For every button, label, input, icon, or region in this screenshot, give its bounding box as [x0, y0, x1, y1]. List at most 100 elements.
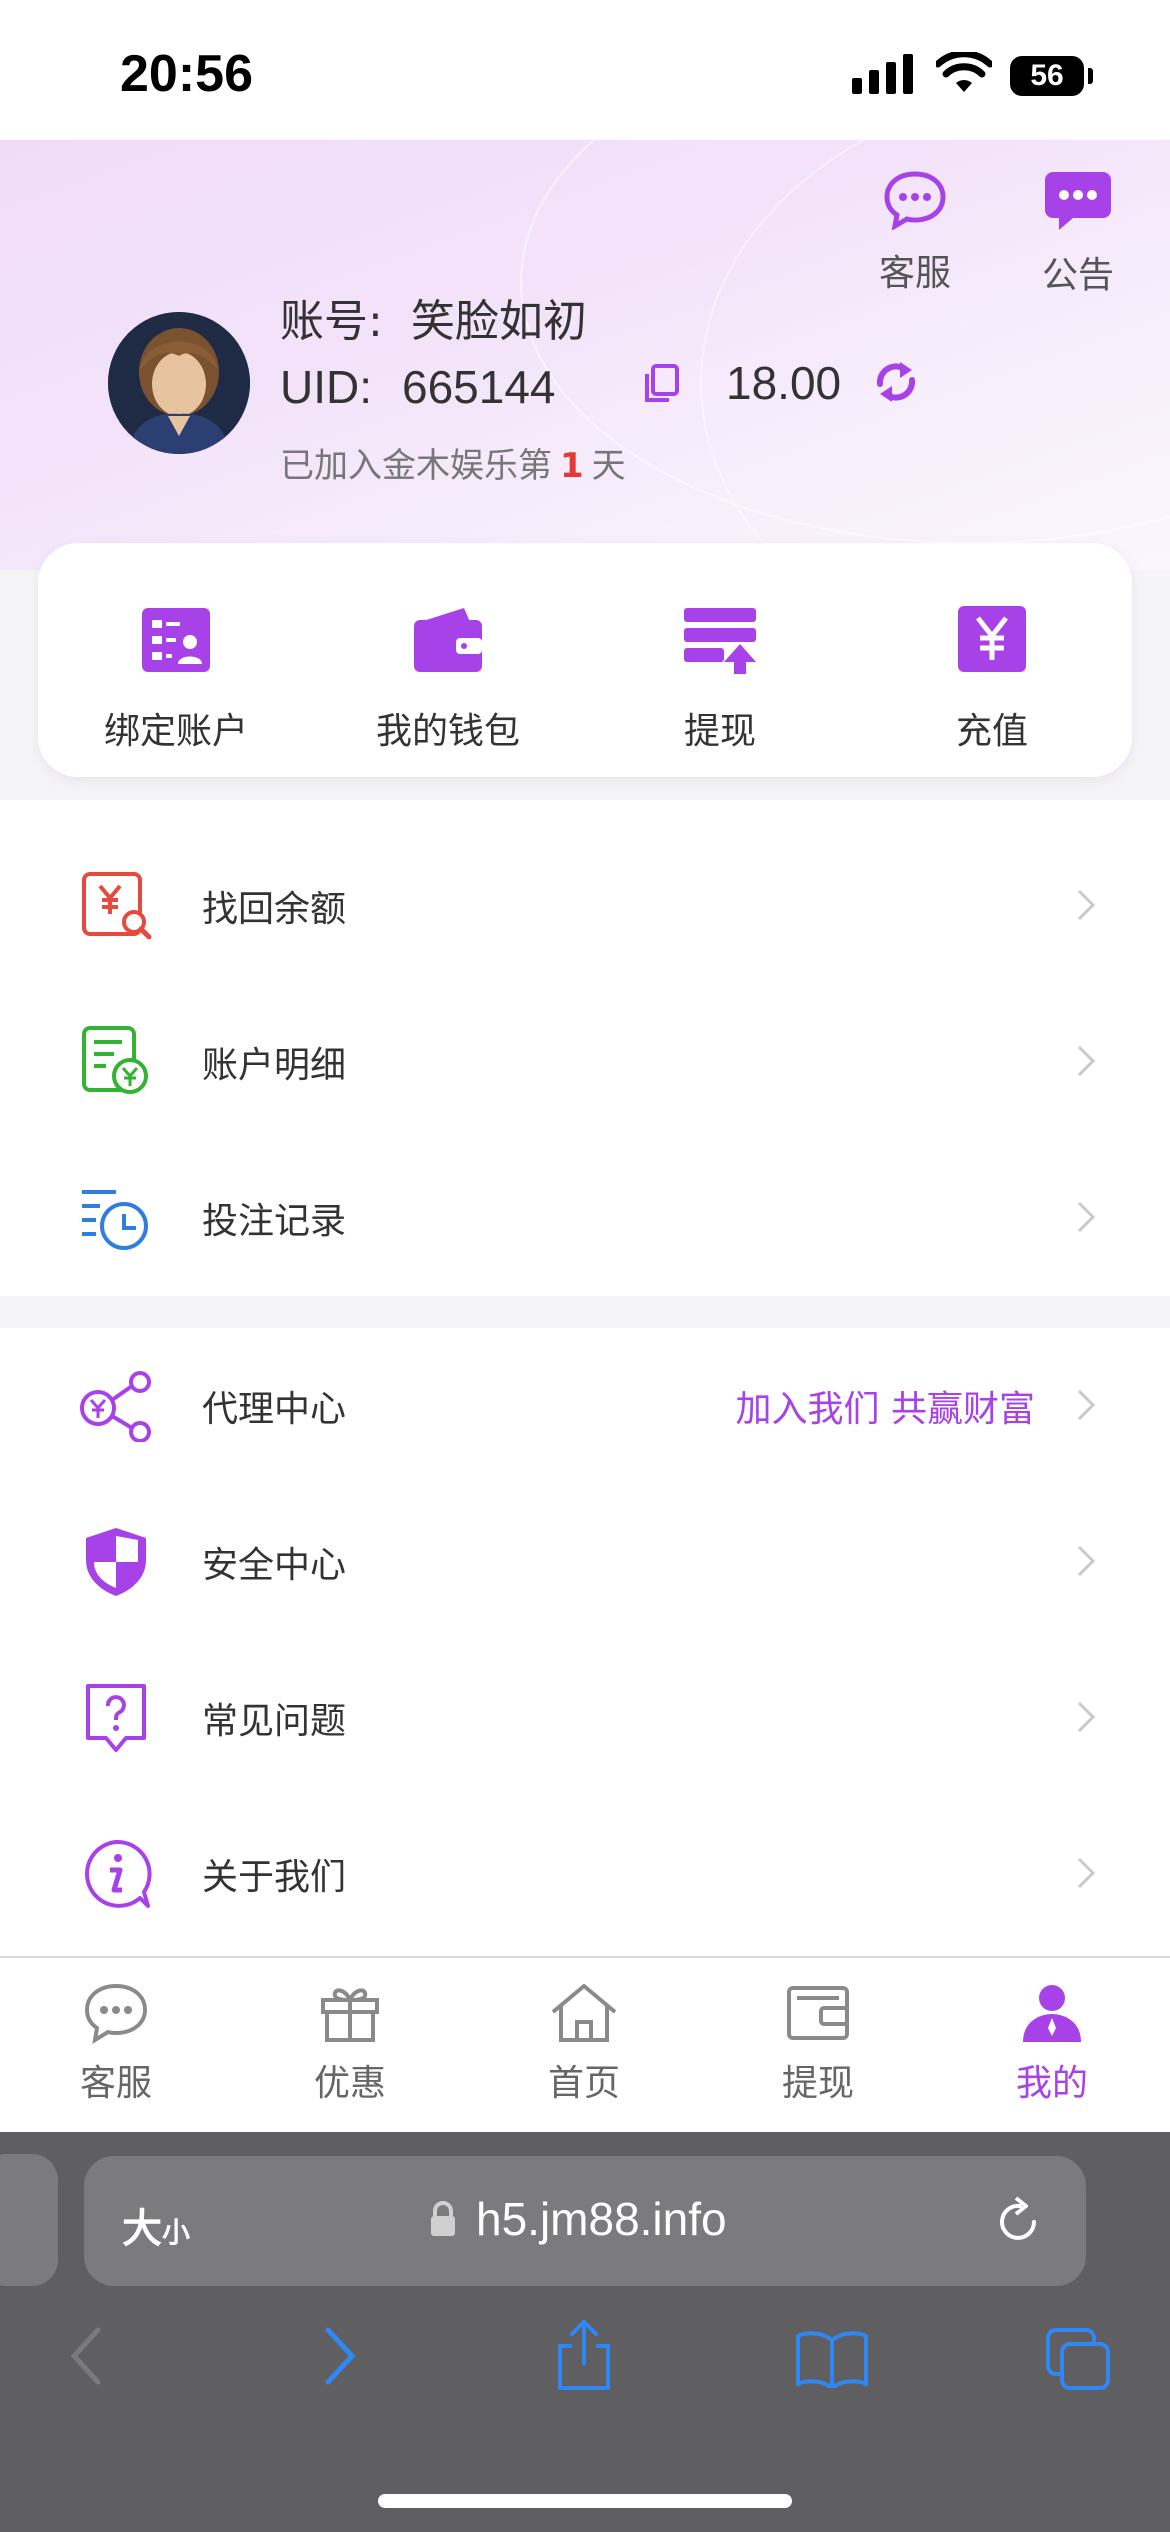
tab-home[interactable]: 首页 — [504, 1982, 664, 2106]
account-label: 账号: — [280, 296, 383, 347]
account-value: 笑脸如初 — [410, 296, 587, 347]
withdraw-button[interactable]: 提现 — [610, 604, 830, 754]
status-time: 20:56 — [120, 45, 253, 103]
tab-label: 客服 — [79, 2063, 152, 2104]
customer-service-label: 客服 — [878, 253, 951, 294]
tab-label: 提现 — [781, 2063, 854, 2104]
menu-item-label: 关于我们 — [202, 1857, 347, 1898]
menu-item-bet-history[interactable]: 投注记录 — [0, 1140, 1170, 1296]
agent-share-icon — [80, 1371, 151, 1442]
refresh-balance-icon[interactable] — [872, 360, 920, 404]
joined-days: 1 — [560, 446, 584, 486]
tab-label: 首页 — [547, 2063, 620, 2104]
cellular-signal-icon — [852, 54, 913, 94]
lock-icon — [431, 2201, 455, 2236]
agent-promo-text: 加入我们 共赢财富 — [735, 1389, 1035, 1430]
menu-item-agent-center[interactable]: 代理中心 加入我们 共赢财富 — [0, 1328, 1170, 1484]
announcement-button[interactable]: 公告 — [1023, 170, 1133, 298]
menu-section-general: 代理中心 加入我们 共赢财富 安全中心 常见问题 关于我们 — [0, 1328, 1170, 1956]
wallet-icon — [414, 608, 482, 672]
reload-icon[interactable] — [994, 2196, 1044, 2246]
text-size-button[interactable]: 大小 — [122, 2196, 190, 2254]
previous-tab-preview[interactable] — [0, 2154, 58, 2286]
uid-line: UID: 665144 — [280, 360, 556, 414]
bind-account-button[interactable]: 绑定账户 — [66, 604, 286, 754]
quick-action-label: 我的钱包 — [375, 711, 520, 752]
bet-history-icon — [82, 1190, 148, 1250]
menu-item-faq[interactable]: 常见问题 — [0, 1640, 1170, 1796]
menu-item-account-details[interactable]: 账户明细 — [0, 984, 1170, 1140]
menu-item-label: 账户明细 — [202, 1045, 347, 1086]
status-bar: 20:56 56 — [0, 0, 1170, 140]
recover-balance-icon — [82, 872, 152, 940]
tab-mine[interactable]: 我的 — [972, 1982, 1132, 2106]
uid-label: UID: — [280, 361, 372, 413]
shield-icon — [86, 1528, 146, 1596]
tab-promotions[interactable]: 优惠 — [270, 1982, 430, 2106]
chevron-right-icon — [1077, 1545, 1096, 1577]
avatar[interactable] — [108, 312, 250, 454]
menu-item-label: 安全中心 — [202, 1545, 347, 1586]
user-icon — [1023, 1985, 1081, 2042]
chevron-right-icon — [1077, 1045, 1096, 1077]
text-size-small: 小 — [162, 2216, 191, 2249]
tab-label: 优惠 — [313, 2063, 386, 2104]
text-size-large: 大 — [122, 2206, 162, 2252]
recharge-button[interactable]: 充值 — [882, 604, 1102, 754]
joined-prefix: 已加入金木娱乐第 — [280, 446, 552, 486]
address-bar[interactable]: 大小 h5.jm88.info — [84, 2156, 1086, 2286]
menu-item-about-us[interactable]: 关于我们 — [0, 1796, 1170, 1952]
chevron-right-icon — [1077, 1857, 1096, 1889]
bookmarks-icon[interactable] — [794, 2330, 870, 2388]
question-icon — [86, 1684, 146, 1752]
quick-action-label: 提现 — [683, 711, 756, 752]
customer-service-button[interactable]: 客服 — [860, 170, 970, 296]
forward-icon[interactable] — [320, 2326, 360, 2386]
wifi-icon — [936, 52, 992, 92]
announcement-icon — [1045, 172, 1111, 230]
wallet-icon — [787, 1986, 849, 2040]
balance-value: 18.00 — [726, 357, 842, 409]
tab-label: 我的 — [1015, 2063, 1088, 2104]
battery-level: 56 — [1010, 56, 1084, 96]
tab-customer-service[interactable]: 客服 — [36, 1982, 196, 2106]
chat-icon — [84, 1983, 148, 2045]
info-icon — [85, 1839, 152, 1908]
menu-item-label: 代理中心 — [202, 1389, 347, 1430]
share-icon[interactable] — [552, 2318, 616, 2392]
chevron-right-icon — [1077, 1701, 1096, 1733]
joined-days-line: 已加入金木娱乐第 1 天 — [280, 438, 626, 487]
menu-item-label: 找回余额 — [202, 889, 347, 930]
menu-item-recover-balance[interactable]: 找回余额 — [0, 828, 1170, 984]
withdraw-icon — [684, 608, 756, 674]
home-icon — [551, 1984, 617, 2042]
quick-action-label: 绑定账户 — [103, 711, 248, 752]
chevron-right-icon — [1077, 1389, 1096, 1421]
quick-action-label: 充值 — [955, 711, 1028, 752]
recharge-icon — [958, 606, 1026, 672]
menu-section-wallet: 找回余额 账户明细 投注记录 — [0, 800, 1170, 1296]
menu-item-security-center[interactable]: 安全中心 — [0, 1484, 1170, 1640]
back-icon[interactable] — [66, 2326, 106, 2386]
tab-withdraw[interactable]: 提现 — [738, 1982, 898, 2106]
announcement-label: 公告 — [1041, 255, 1114, 296]
chevron-right-icon — [1077, 889, 1096, 921]
menu-item-label: 常见问题 — [202, 1701, 347, 1742]
uid-value: 665144 — [402, 361, 556, 413]
gift-icon — [321, 1988, 379, 2042]
chat-bubble-icon — [884, 171, 946, 231]
home-indicator — [378, 2494, 792, 2508]
tabs-icon[interactable] — [1044, 2326, 1114, 2392]
battery-tip — [1088, 68, 1093, 84]
account-details-icon — [82, 1026, 148, 1094]
chevron-right-icon — [1077, 1201, 1096, 1233]
avatar-image — [108, 312, 250, 454]
bottom-tab-bar: 客服 优惠 首页 提现 我的 — [0, 1956, 1170, 2134]
my-wallet-button[interactable]: 我的钱包 — [338, 604, 558, 754]
id-card-icon — [142, 608, 210, 672]
menu-item-label: 投注记录 — [202, 1201, 347, 1242]
joined-suffix: 天 — [591, 446, 626, 486]
account-line: 账号: 笑脸如初 — [280, 285, 587, 349]
url-text: h5.jm88.info — [476, 2193, 727, 2245]
copy-icon[interactable] — [643, 364, 681, 404]
